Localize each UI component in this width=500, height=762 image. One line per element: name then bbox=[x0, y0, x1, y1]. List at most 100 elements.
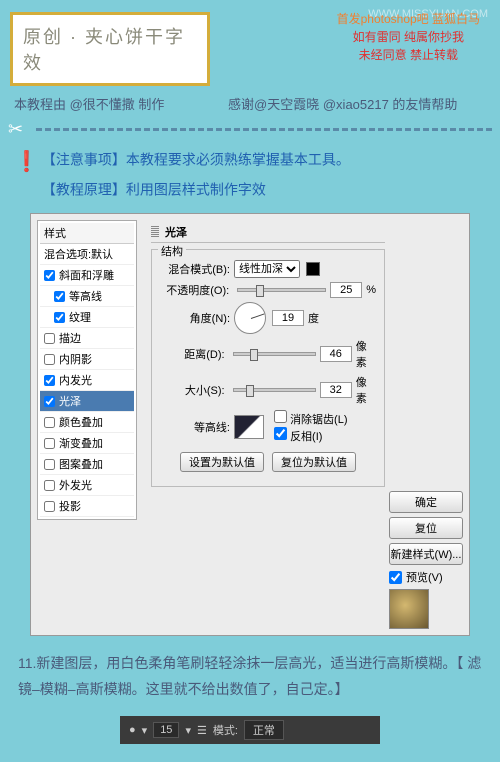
antialias-check[interactable]: 消除锯齿(L) bbox=[274, 410, 348, 427]
style-item[interactable]: 等高线 bbox=[40, 286, 134, 307]
style-item[interactable]: 描边 bbox=[40, 328, 134, 349]
mode-select[interactable]: 正常 bbox=[244, 720, 284, 740]
brush-icon[interactable]: ● bbox=[129, 724, 136, 736]
style-item[interactable]: 内发光 bbox=[40, 370, 134, 391]
opacity-input[interactable] bbox=[330, 282, 362, 298]
layer-style-dialog: 样式 混合选项:默认 斜面和浮雕等高线纹理描边内阴影内发光光泽颜色叠加渐变叠加图… bbox=[30, 213, 470, 636]
contour-picker[interactable] bbox=[234, 415, 264, 439]
size-input[interactable] bbox=[320, 382, 352, 398]
style-label: 等高线 bbox=[69, 288, 102, 304]
style-checkbox[interactable] bbox=[44, 396, 55, 407]
distance-label: 距离(D): bbox=[160, 346, 225, 362]
style-label: 内发光 bbox=[59, 372, 92, 388]
scissors-icon: ✂ bbox=[8, 119, 36, 139]
angle-input[interactable] bbox=[272, 310, 304, 326]
style-label: 斜面和浮雕 bbox=[59, 267, 114, 283]
angle-label: 角度(N): bbox=[160, 310, 230, 326]
style-checkbox[interactable] bbox=[44, 480, 55, 491]
style-checkbox[interactable] bbox=[44, 501, 55, 512]
styles-list: 样式 混合选项:默认 斜面和浮雕等高线纹理描边内阴影内发光光泽颜色叠加渐变叠加图… bbox=[37, 220, 137, 520]
instruction-text-2: 【教程原理】利用图层样式制作字效 bbox=[42, 182, 266, 198]
style-checkbox[interactable] bbox=[44, 375, 55, 386]
style-label: 光泽 bbox=[59, 393, 81, 409]
structure-fieldset: 结构 混合模式(B): 线性加深 不透明度(O): % 角度(N): 度 距离(… bbox=[151, 249, 385, 487]
style-checkbox[interactable] bbox=[44, 459, 55, 470]
new-style-button[interactable]: 新建样式(W)... bbox=[389, 543, 463, 565]
drag-icon bbox=[151, 226, 159, 238]
credit-author: 本教程由 @很不懂撒 制作 bbox=[14, 94, 164, 113]
style-label: 外发光 bbox=[59, 477, 92, 493]
style-checkbox[interactable] bbox=[54, 312, 65, 323]
style-item[interactable]: 内阴影 bbox=[40, 349, 134, 370]
panel-title: 光泽 bbox=[165, 224, 187, 240]
exclaim-icon: ❗ bbox=[14, 149, 38, 173]
contour-label: 等高线: bbox=[160, 419, 230, 435]
angle-dial[interactable] bbox=[234, 302, 266, 334]
style-label: 渐变叠加 bbox=[59, 435, 103, 451]
dashed-line bbox=[36, 128, 492, 131]
ok-button[interactable]: 确定 bbox=[389, 491, 463, 513]
style-checkbox[interactable] bbox=[44, 417, 55, 428]
style-checkbox[interactable] bbox=[44, 438, 55, 449]
blend-mode-label: 混合模式(B): bbox=[160, 261, 230, 277]
preview-check[interactable]: 预览(V) bbox=[389, 569, 463, 585]
size-label: 大小(S): bbox=[160, 382, 225, 398]
style-item[interactable]: 图案叠加 bbox=[40, 454, 134, 475]
invert-check[interactable]: 反相(I) bbox=[274, 427, 348, 444]
color-swatch[interactable] bbox=[306, 262, 320, 276]
style-item[interactable]: 投影 bbox=[40, 496, 134, 517]
right-panel: 确定 复位 新建样式(W)... 预览(V) bbox=[389, 491, 463, 629]
style-label: 内阴影 bbox=[59, 351, 92, 367]
set-default-button[interactable]: 设置为默认值 bbox=[180, 452, 264, 472]
style-item[interactable]: 渐变叠加 bbox=[40, 433, 134, 454]
style-label: 描边 bbox=[59, 330, 81, 346]
style-checkbox[interactable] bbox=[44, 270, 55, 281]
distance-input[interactable] bbox=[320, 346, 352, 362]
red-line-1: 首发photoshop吧 蓝狐白马 bbox=[337, 10, 480, 28]
instruction-2: 【教程原理】利用图层样式制作字效 bbox=[14, 179, 486, 203]
blend-options-item[interactable]: 混合选项:默认 bbox=[40, 244, 134, 265]
style-label: 图案叠加 bbox=[59, 456, 103, 472]
cancel-button[interactable]: 复位 bbox=[389, 517, 463, 539]
red-line-2: 如有雷同 纯属你抄我 bbox=[337, 28, 480, 46]
chevron-down-icon[interactable]: ▾ bbox=[185, 724, 191, 737]
style-item[interactable]: 斜面和浮雕 bbox=[40, 265, 134, 286]
distance-slider[interactable] bbox=[233, 352, 316, 356]
style-checkbox[interactable] bbox=[44, 333, 55, 344]
center-panel: 光泽 结构 混合模式(B): 线性加深 不透明度(O): % 角度(N): 度 bbox=[143, 220, 393, 491]
chevron-down-icon[interactable]: ▾ bbox=[142, 724, 148, 737]
brush-toolbar: ● ▾ 15 ▾ ☰ 模式: 正常 bbox=[120, 716, 380, 744]
styles-header: 样式 bbox=[40, 223, 134, 244]
style-item[interactable]: 光泽 bbox=[40, 391, 134, 412]
opacity-unit: % bbox=[366, 284, 376, 296]
style-checkbox[interactable] bbox=[44, 354, 55, 365]
credit-thanks: 感谢@天空霞晓 @xiao5217 的友情帮助 bbox=[228, 94, 457, 113]
style-label: 纹理 bbox=[69, 309, 91, 325]
brush-size[interactable]: 15 bbox=[153, 722, 179, 738]
copyright-lines: 首发photoshop吧 蓝狐白马 如有雷同 纯属你抄我 未经同意 禁止转载 bbox=[337, 10, 480, 64]
header-title-box: 原创 · 夹心饼干字效 bbox=[10, 12, 210, 86]
blend-mode-select[interactable]: 线性加深 bbox=[234, 260, 300, 278]
style-label: 投影 bbox=[59, 498, 81, 514]
instruction-1: ❗ 【注意事项】本教程要求必须熟练掌握基本工具。 bbox=[14, 149, 486, 173]
opacity-slider[interactable] bbox=[237, 288, 326, 292]
size-slider[interactable] bbox=[233, 388, 316, 392]
style-item[interactable]: 颜色叠加 bbox=[40, 412, 134, 433]
style-item[interactable]: 纹理 bbox=[40, 307, 134, 328]
reset-default-button[interactable]: 复位为默认值 bbox=[272, 452, 356, 472]
exclaim-icon bbox=[14, 179, 38, 203]
step-text: 11.新建图层，用白色柔角笔刷轻轻涂抹一层高光，适当进行高斯模糊。【 滤镜–模糊… bbox=[18, 650, 482, 702]
style-item[interactable]: 外发光 bbox=[40, 475, 134, 496]
style-checkbox[interactable] bbox=[54, 291, 65, 302]
distance-unit: 像素 bbox=[356, 338, 376, 370]
style-label: 颜色叠加 bbox=[59, 414, 103, 430]
angle-unit: 度 bbox=[308, 310, 319, 326]
divider: ✂ bbox=[8, 119, 492, 139]
instruction-text-1: 【注意事项】本教程要求必须熟练掌握基本工具。 bbox=[42, 152, 350, 168]
settings-icon[interactable]: ☰ bbox=[197, 724, 207, 737]
structure-legend: 结构 bbox=[158, 243, 186, 259]
red-line-3: 未经同意 禁止转载 bbox=[337, 46, 480, 64]
credits-row: 本教程由 @很不懂撒 制作 感谢@天空霞晓 @xiao5217 的友情帮助 bbox=[14, 94, 486, 113]
page-title: 原创 · 夹心饼干字效 bbox=[23, 23, 197, 75]
size-unit: 像素 bbox=[356, 374, 376, 406]
